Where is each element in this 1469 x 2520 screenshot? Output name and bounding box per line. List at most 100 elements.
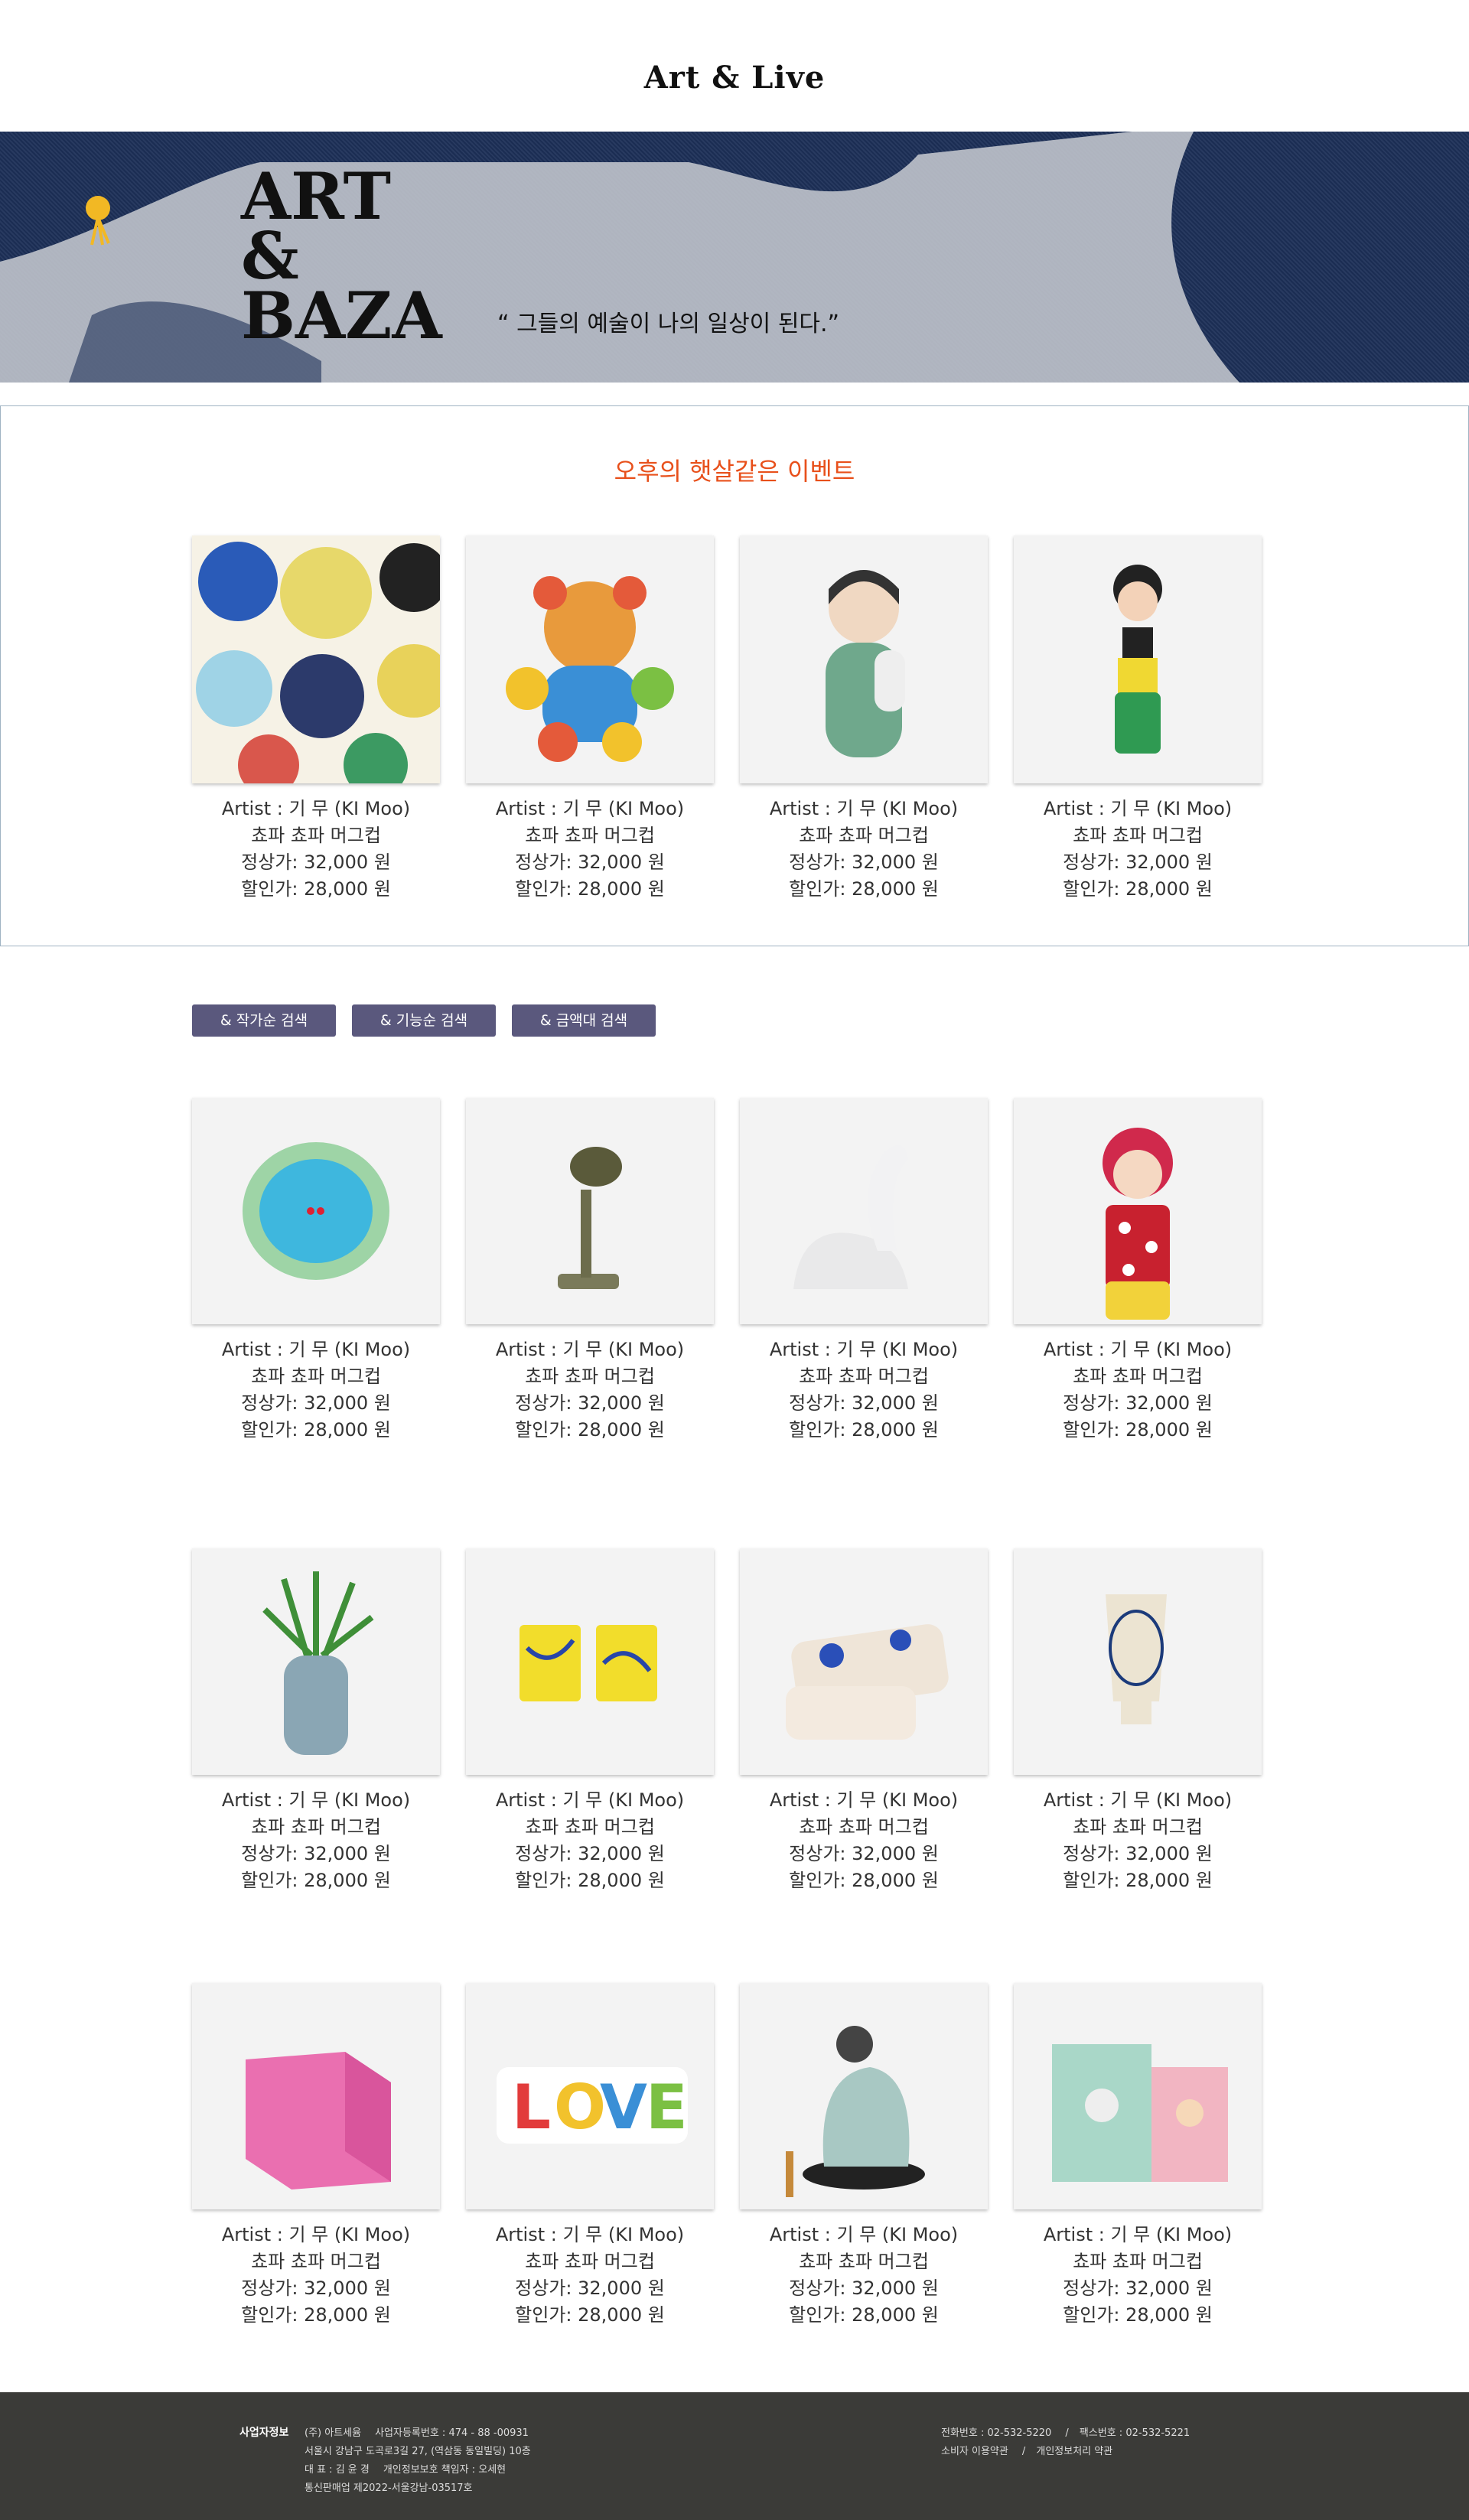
product-thumbnail[interactable] [192,1098,440,1324]
product-sale-price: 할인가: 28,000 원 [515,2304,665,2326]
product-info: Artist : 기 무 (KI Moo) 쵸파 쵸파 머그컵 정상가: 32,… [1014,1337,1262,1444]
product-regular-price: 정상가: 32,000 원 [1063,851,1213,873]
event-product-info: Artist : 기 무 (KI Moo) 쵸파 쵸파 머그컵 정상가: 32,… [466,796,714,903]
product-thumbnail[interactable] [466,1098,714,1324]
product-thumbnail[interactable] [466,1548,714,1775]
event-product-card[interactable]: Artist : 기 무 (KI Moo) 쵸파 쵸파 머그컵 정상가: 32,… [466,536,714,903]
product-artist: Artist : 기 무 (KI Moo) [1043,798,1233,819]
product-name[interactable]: 쵸파 쵸파 머그컵 [192,1363,440,1390]
event-product-info: Artist : 기 무 (KI Moo) 쵸파 쵸파 머그컵 정상가: 32,… [192,796,440,903]
product-card[interactable]: Artist : 기 무 (KI Moo) 쵸파 쵸파 머그컵 정상가: 32,… [466,1548,714,1894]
product-card[interactable]: Artist : 기 무 (KI Moo) 쵸파 쵸파 머그컵 정상가: 32,… [192,1983,440,2329]
product-regular-price: 정상가: 32,000 원 [241,1843,391,1864]
product-card[interactable]: Artist : 기 무 (KI Moo) 쵸파 쵸파 머그컵 정상가: 32,… [466,1098,714,1444]
product-thumbnail[interactable] [192,1548,440,1775]
product-name[interactable]: 쵸파 쵸파 머그컵 [192,822,440,849]
product-name[interactable]: 쵸파 쵸파 머그컵 [1014,2248,1262,2275]
product-name[interactable]: 쵸파 쵸파 머그컵 [466,822,714,849]
product-card[interactable]: Artist : 기 무 (KI Moo) 쵸파 쵸파 머그컵 정상가: 32,… [192,1548,440,1894]
event-product-card[interactable]: Artist : 기 무 (KI Moo) 쵸파 쵸파 머그컵 정상가: 32,… [740,536,988,903]
teddy-bear-icon [506,576,674,762]
product-thumbnail[interactable] [1014,1548,1262,1775]
product-thumbnail[interactable] [740,1983,988,2209]
product-artist: Artist : 기 무 (KI Moo) [221,1339,411,1360]
product-name[interactable]: 쵸파 쵸파 머그컵 [466,2248,714,2275]
product-card[interactable]: Artist : 기 무 (KI Moo) 쵸파 쵸파 머그컵 정상가: 32,… [740,1983,988,2329]
ceramic-plate-icon [243,1142,389,1280]
vase-cup-icon [1106,1594,1167,1724]
product-name[interactable]: 쵸파 쵸파 머그컵 [192,1814,440,1841]
hero-art-title: ART & BAZA [241,164,442,353]
product-name[interactable]: 쵸파 쵸파 머그컵 [1014,1363,1262,1390]
filter-price-button[interactable]: & 금액대 검색 [512,1004,656,1037]
product-sale-price: 할인가: 28,000 원 [1063,2304,1213,2326]
product-artist: Artist : 기 무 (KI Moo) [221,1789,411,1811]
product-card[interactable]: Artist : 기 무 (KI Moo) 쵸파 쵸파 머그컵 정상가: 32,… [1014,1983,1262,2329]
product-name[interactable]: 쵸파 쵸파 머그컵 [1014,1814,1262,1841]
event-product-card[interactable]: Artist : 기 무 (KI Moo) 쵸파 쵸파 머그컵 정상가: 32,… [192,536,440,903]
hero-quote: “ 그들의 예술이 나의 일상이 된다.” [497,311,840,337]
product-name[interactable]: 쵸파 쵸파 머그컵 [740,2248,988,2275]
product-artist: Artist : 기 무 (KI Moo) [1043,2224,1233,2245]
event-product-thumbnail[interactable] [192,536,440,783]
site-header: Art & Live [0,0,1469,132]
product-name[interactable]: 쵸파 쵸파 머그컵 [740,1814,988,1841]
product-thumbnail[interactable] [192,1983,440,2209]
product-name[interactable]: 쵸파 쵸파 머그컵 [466,1814,714,1841]
product-artist: Artist : 기 무 (KI Moo) [495,1789,685,1811]
product-card[interactable]: Artist : 기 무 (KI Moo) 쵸파 쵸파 머그컵 정상가: 32,… [192,1098,440,1444]
product-sale-price: 할인가: 28,000 원 [241,1419,391,1441]
yellow-cups-icon [520,1625,657,1701]
product-sale-price: 할인가: 28,000 원 [241,878,391,900]
footer-privacy-officer: 개인정보보호 책임자 : 오세현 [383,2464,506,2476]
hero-texture-illustration [0,132,1239,383]
product-name[interactable]: 쵸파 쵸파 머그컵 [1014,822,1262,849]
product-artist: Artist : 기 무 (KI Moo) [1043,1789,1233,1811]
product-info: Artist : 기 무 (KI Moo) 쵸파 쵸파 머그컵 정상가: 32,… [740,1337,988,1444]
product-card[interactable]: Artist : 기 무 (KI Moo) 쵸파 쵸파 머그컵 정상가: 32,… [740,1548,988,1894]
product-thumbnail[interactable] [740,1098,988,1324]
desk-lamp-icon [558,1147,622,1289]
pink-box-icon [246,2052,391,2190]
product-regular-price: 정상가: 32,000 원 [515,1392,665,1414]
product-artist: Artist : 기 무 (KI Moo) [769,798,959,819]
dodo-figurine-icon [786,2026,925,2197]
filter-artist-button[interactable]: & 작가순 검색 [192,1004,336,1037]
footer-privacy-link[interactable]: 개인정보처리 약관 [1036,2446,1112,2457]
product-name[interactable]: 쵸파 쵸파 머그컵 [192,2248,440,2275]
product-thumbnail[interactable] [740,1548,988,1775]
site-logo[interactable]: Art & Live [0,60,1469,96]
event-product-thumbnail[interactable] [740,536,988,783]
footer-company: (주) 아트세윰 [305,2427,362,2439]
product-thumbnail[interactable]: LOVE [466,1983,714,2209]
product-artist: Artist : 기 무 (KI Moo) [495,798,685,819]
product-name[interactable]: 쵸파 쵸파 머그컵 [740,1363,988,1390]
hero-title-line-3: BAZA [241,278,442,353]
product-sale-price: 할인가: 28,000 원 [1063,878,1213,900]
product-thumbnail[interactable] [1014,1983,1262,2209]
site-footer: 사업자정보 (주) 아트세윰 사업자등록번호 : 474 - 88 -00931 … [0,2392,1469,2520]
event-title: 오후의 햇살같은 이벤트 [614,457,855,486]
product-regular-price: 정상가: 32,000 원 [241,2277,391,2299]
product-name[interactable]: 쵸파 쵸파 머그컵 [466,1363,714,1390]
product-thumbnail[interactable] [1014,1098,1262,1324]
kokeshi-doll-icon [1103,1128,1173,1320]
footer-reg-no: 사업자등록번호 : 474 - 88 -00931 [375,2427,529,2439]
product-sale-price: 할인가: 28,000 원 [515,878,665,900]
event-product-info: Artist : 기 무 (KI Moo) 쵸파 쵸파 머그컵 정상가: 32,… [740,796,988,903]
product-sale-price: 할인가: 28,000 원 [789,878,939,900]
product-card[interactable]: Artist : 기 무 (KI Moo) 쵸파 쵸파 머그컵 정상가: 32,… [1014,1548,1262,1894]
product-sale-price: 할인가: 28,000 원 [1063,1870,1213,1891]
product-card[interactable]: LOVE Artist : 기 무 (KI Moo) 쵸파 쵸파 머그컵 정상가… [466,1983,714,2329]
filter-function-button[interactable]: & 기능순 검색 [352,1004,496,1037]
product-card[interactable]: Artist : 기 무 (KI Moo) 쵸파 쵸파 머그컵 정상가: 32,… [740,1098,988,1444]
footer-terms-link[interactable]: 소비자 이용약관 [941,2446,1008,2457]
footer-fax: 팩스번호 : 02-532-5221 [1079,2427,1191,2439]
product-card[interactable]: Artist : 기 무 (KI Moo) 쵸파 쵸파 머그컵 정상가: 32,… [1014,1098,1262,1444]
event-product-thumbnail[interactable] [1014,536,1262,783]
product-name[interactable]: 쵸파 쵸파 머그컵 [740,822,988,849]
event-product-card[interactable]: Artist : 기 무 (KI Moo) 쵸파 쵸파 머그컵 정상가: 32,… [1014,536,1262,903]
footer-business-info: (주) 아트세윰 사업자등록번호 : 474 - 88 -00931 서울시 강남… [305,2424,545,2498]
event-product-thumbnail[interactable] [466,536,714,783]
svg-text:O: O [554,2072,606,2143]
